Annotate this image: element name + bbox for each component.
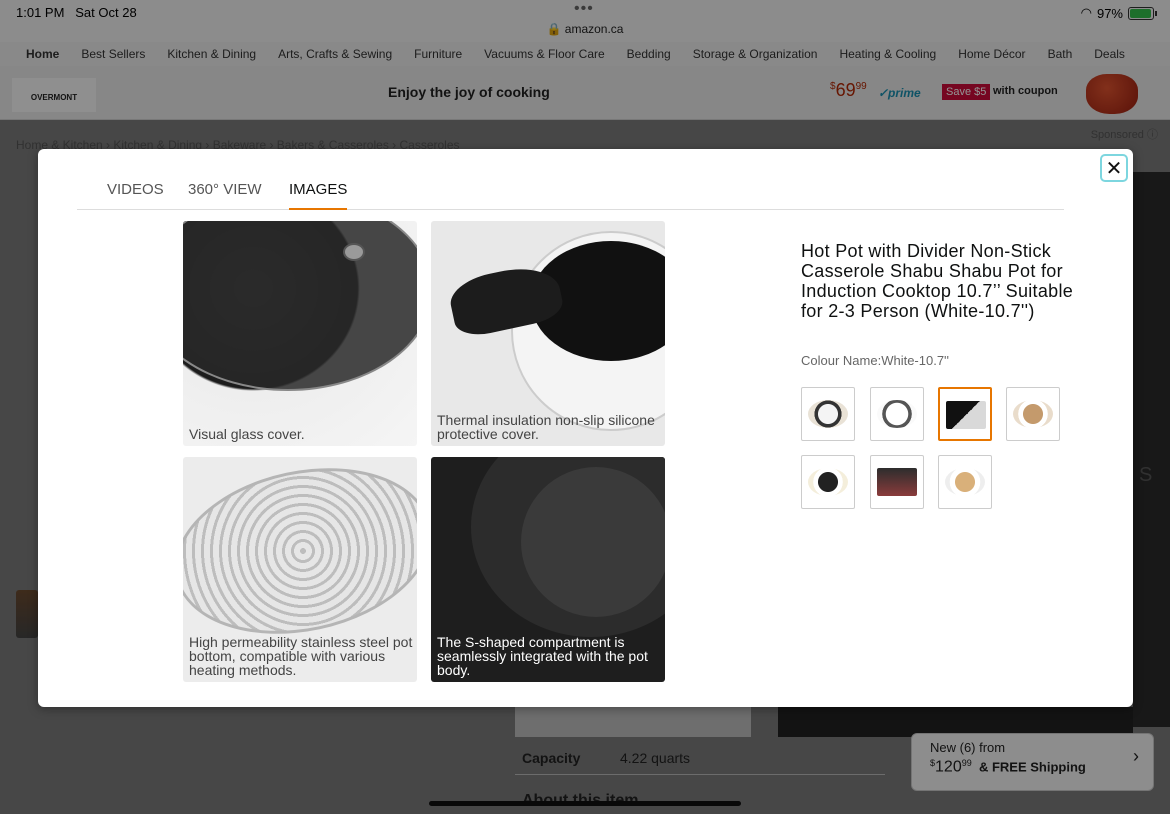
image-caption: High permeability stainless steel pot bo… — [189, 634, 413, 678]
product-title: Hot Pot with Divider Non-Stick Casserole… — [801, 241, 1074, 321]
image-viewer-modal: ✕ VIDEOS 360° VIEW IMAGES Visual glass c… — [38, 149, 1133, 707]
knob-graphic — [343, 243, 365, 261]
gallery-image-glass-cover[interactable]: Visual glass cover. — [183, 221, 417, 446]
gallery-image-pot-bottom[interactable]: High permeability stainless steel pot bo… — [183, 457, 417, 682]
media-tabs: VIDEOS 360° VIEW IMAGES — [77, 179, 1064, 210]
image-caption: The S-shaped compartment is seamlessly i… — [437, 634, 648, 678]
thumbnail-3[interactable] — [938, 387, 992, 441]
compartment-graphic — [521, 467, 665, 617]
colour-name: Colour Name:White-10.7'' — [801, 353, 950, 368]
tab-images[interactable]: IMAGES — [289, 181, 348, 210]
close-button[interactable]: ✕ — [1100, 154, 1128, 182]
thumbnail-4[interactable] — [1006, 387, 1060, 441]
thumbnail-5[interactable] — [801, 455, 855, 509]
image-caption: Visual glass cover. — [189, 426, 305, 442]
tab-360-view[interactable]: 360° VIEW — [188, 181, 262, 210]
thumbnail-7[interactable] — [938, 455, 992, 509]
pot-bottom-graphic — [183, 457, 417, 657]
gallery-image-compartment[interactable]: The S-shaped compartment is seamlessly i… — [431, 457, 665, 682]
image-caption: Thermal insulation non-slip silicone pro… — [437, 412, 655, 442]
thumbnail-6[interactable] — [870, 455, 924, 509]
gallery-image-handle[interactable]: Thermal insulation non-slip silicone pro… — [431, 221, 665, 446]
tab-videos[interactable]: VIDEOS — [107, 181, 164, 210]
thumbnail-1[interactable] — [801, 387, 855, 441]
thumbnail-2[interactable] — [870, 387, 924, 441]
lid-graphic — [183, 221, 417, 391]
close-icon: ✕ — [1105, 157, 1123, 180]
